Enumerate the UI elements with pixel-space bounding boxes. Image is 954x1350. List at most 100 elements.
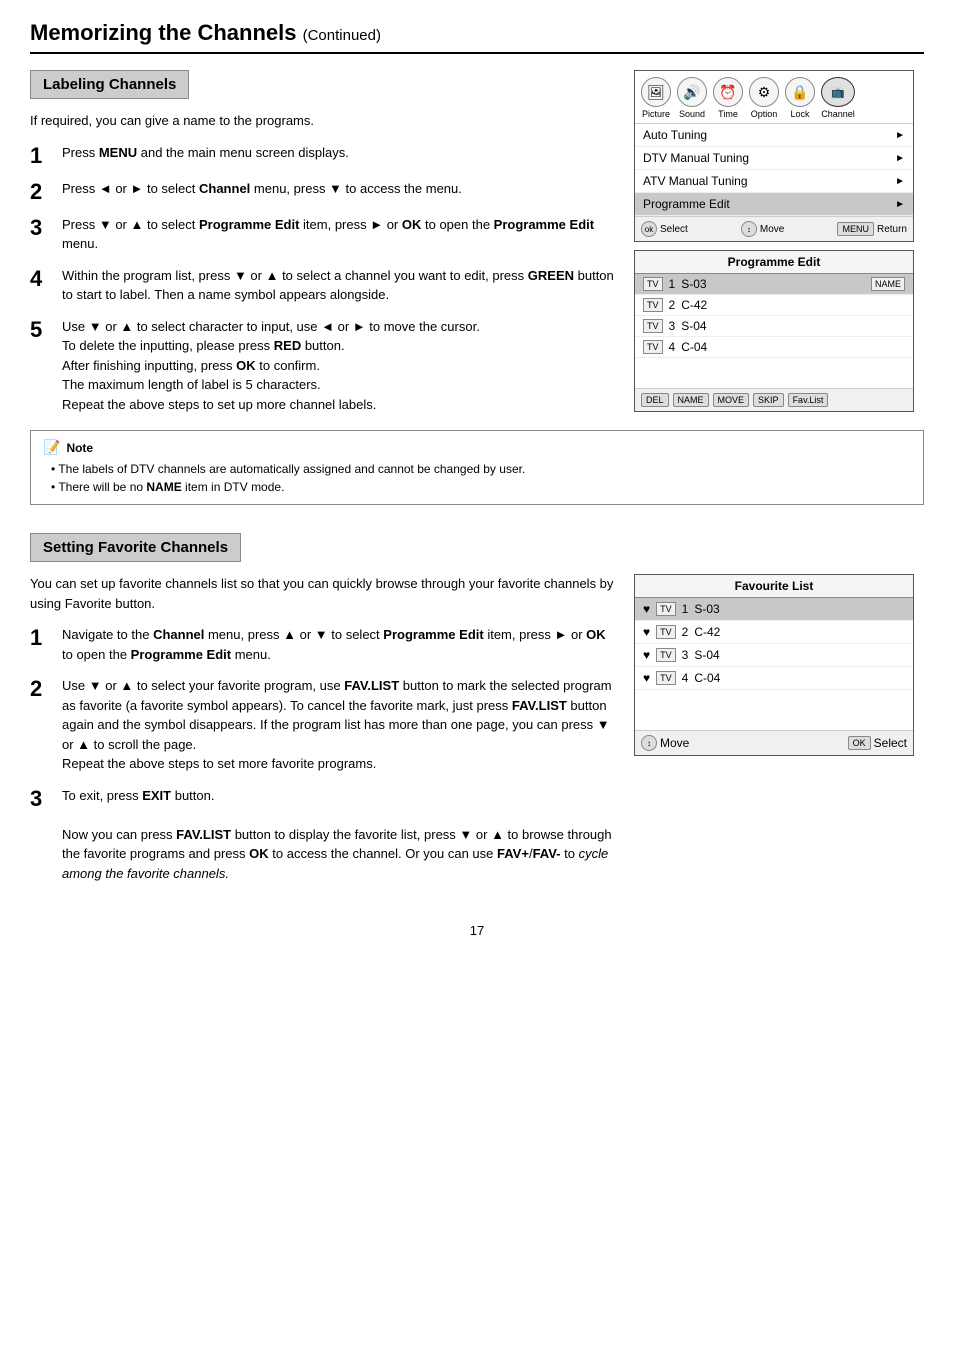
programme-edit-label: Programme Edit xyxy=(643,197,730,211)
note-box: 📝 Note The labels of DTV channels are au… xyxy=(30,430,924,505)
menu-row-dtv-manual: DTV Manual Tuning ► xyxy=(635,147,913,170)
fav-step-3: 3 To exit, press EXIT button. Now you ca… xyxy=(30,786,614,884)
prog-row-1: TV 1 S-03 NAME xyxy=(635,274,913,295)
note-item-1: The labels of DTV channels are automatic… xyxy=(51,460,911,478)
title-text: Memorizing the Channels xyxy=(30,20,296,45)
labeling-step-1: 1 Press MENU and the main menu screen di… xyxy=(30,143,614,167)
tab-option: ⚙ Option xyxy=(749,77,779,119)
fav-channel-3: S-04 xyxy=(694,648,719,662)
option-icon: ⚙ xyxy=(749,77,779,107)
auto-tuning-arrow: ► xyxy=(895,130,905,141)
tv-badge-2: TV xyxy=(643,298,663,312)
channel-menu-footer: ok Select ↕ Move MENU Return xyxy=(635,216,913,241)
prog-row-3: TV 3 S-04 xyxy=(635,316,913,337)
tab-picture-label: Picture xyxy=(642,109,670,119)
favourite-list-title: Favourite List xyxy=(635,575,913,598)
time-icon: ⏰ xyxy=(713,77,743,107)
select-label: Select xyxy=(660,224,688,235)
labeling-header: Labeling Channels xyxy=(30,70,189,99)
fav-tv-3: TV xyxy=(656,648,676,662)
tab-time-label: Time xyxy=(718,109,738,119)
step-text-4: Within the program list, press ▼ or ▲ to… xyxy=(62,266,614,305)
prog-channel-1: S-03 xyxy=(681,277,706,291)
dtv-manual-arrow: ► xyxy=(895,153,905,164)
menu-rows: Auto Tuning ► DTV Manual Tuning ► ATV Ma… xyxy=(635,124,913,216)
step-num-3: 3 xyxy=(30,217,52,239)
programme-edit-footer: DEL NAME MOVE SKIP Fav.List xyxy=(635,388,913,411)
name-btn[interactable]: NAME xyxy=(673,393,709,407)
channel-menu-box: 🖼 Picture 🔊 Sound ⏰ Time ⚙ Option xyxy=(634,70,914,242)
labeling-left-col: Labeling Channels If required, you can g… xyxy=(30,70,614,426)
footer-move: ↕ Move xyxy=(741,221,784,237)
step-num-4: 4 xyxy=(30,268,52,290)
return-label: Return xyxy=(877,224,907,235)
move-label: Move xyxy=(760,224,784,235)
page-title: Memorizing the Channels (Continued) xyxy=(30,20,924,54)
page-number: 17 xyxy=(30,923,924,938)
fav-select-icon: OK xyxy=(848,736,871,750)
labeling-intro: If required, you can give a name to the … xyxy=(30,111,614,131)
del-btn[interactable]: DEL xyxy=(641,393,669,407)
step-num-1: 1 xyxy=(30,145,52,167)
step-num-5: 5 xyxy=(30,319,52,341)
continued-text: (Continued) xyxy=(303,27,381,44)
prog-num-1: 1 xyxy=(669,277,676,291)
prog-channel-4: C-04 xyxy=(681,340,707,354)
footer-select: ok Select xyxy=(641,221,688,237)
fav-heart-3: ♥ xyxy=(643,648,650,662)
fav-move-icon: ↕ xyxy=(641,735,657,751)
note-icon: 📝 xyxy=(43,439,60,456)
skip-btn[interactable]: SKIP xyxy=(753,393,784,407)
favourite-list-box: Favourite List ♥ TV 1 S-03 ♥ TV 2 C-42 ♥… xyxy=(634,574,914,756)
fav-row-4: ♥ TV 4 C-04 xyxy=(635,667,913,690)
fav-num-2: 2 xyxy=(682,625,689,639)
prog-num-4: 4 xyxy=(669,340,676,354)
dtv-manual-label: DTV Manual Tuning xyxy=(643,151,749,165)
footer-return: MENU Return xyxy=(837,221,907,237)
labeling-step-2: 2 Press ◄ or ► to select Channel menu, p… xyxy=(30,179,614,203)
menu-tabs-row: 🖼 Picture 🔊 Sound ⏰ Time ⚙ Option xyxy=(635,71,913,124)
fav-channel-2: C-42 xyxy=(694,625,720,639)
fav-move-label: Move xyxy=(660,736,689,750)
tab-lock-label: Lock xyxy=(790,109,809,119)
fav-tv-4: TV xyxy=(656,671,676,685)
move-btn[interactable]: MOVE xyxy=(713,393,750,407)
fav-step-2: 2 Use ▼ or ▲ to select your favorite pro… xyxy=(30,676,614,774)
fav-row-2: ♥ TV 2 C-42 xyxy=(635,621,913,644)
fav-step-text-3: To exit, press EXIT button. Now you can … xyxy=(62,786,614,884)
menu-row-programme-edit: Programme Edit ► xyxy=(635,193,913,216)
fav-tv-1: TV xyxy=(656,602,676,616)
fav-step-text-1: Navigate to the Channel menu, press ▲ or… xyxy=(62,625,614,664)
fav-row-1: ♥ TV 1 S-03 xyxy=(635,598,913,621)
step-text-5: Use ▼ or ▲ to select character to input,… xyxy=(62,317,480,415)
tab-channel-label: Channel xyxy=(821,109,855,119)
note-title: Note xyxy=(66,441,93,455)
fav-heart-2: ♥ xyxy=(643,625,650,639)
favourite-right-col: Favourite List ♥ TV 1 S-03 ♥ TV 2 C-42 ♥… xyxy=(634,574,924,756)
tab-channel: 📺 Channel xyxy=(821,77,855,119)
sound-icon: 🔊 xyxy=(677,77,707,107)
programme-edit-arrow: ► xyxy=(895,199,905,210)
tab-time: ⏰ Time xyxy=(713,77,743,119)
fav-step-1: 1 Navigate to the Channel menu, press ▲ … xyxy=(30,625,614,664)
favourite-intro: You can set up favorite channels list so… xyxy=(30,574,614,613)
fav-step-num-1: 1 xyxy=(30,627,52,649)
move-circle-icon: ↕ xyxy=(741,221,757,237)
fav-step-num-3: 3 xyxy=(30,788,52,810)
tab-sound-label: Sound xyxy=(679,109,705,119)
picture-icon: 🖼 xyxy=(641,77,671,107)
prog-channel-3: S-04 xyxy=(681,319,706,333)
fav-num-1: 1 xyxy=(682,602,689,616)
name-badge-1: NAME xyxy=(871,277,905,291)
prog-num-3: 3 xyxy=(669,319,676,333)
note-item-2: There will be no NAME item in DTV mode. xyxy=(51,478,911,496)
labeling-section: Labeling Channels If required, you can g… xyxy=(30,70,924,505)
auto-tuning-label: Auto Tuning xyxy=(643,128,707,142)
step-text-1: Press MENU and the main menu screen disp… xyxy=(62,143,349,163)
programme-edit-title: Programme Edit xyxy=(635,251,913,274)
tv-badge-1: TV xyxy=(643,277,663,291)
tab-lock: 🔒 Lock xyxy=(785,77,815,119)
tv-badge-4: TV xyxy=(643,340,663,354)
favlist-btn[interactable]: Fav.List xyxy=(788,393,829,407)
labeling-step-5: 5 Use ▼ or ▲ to select character to inpu… xyxy=(30,317,614,415)
